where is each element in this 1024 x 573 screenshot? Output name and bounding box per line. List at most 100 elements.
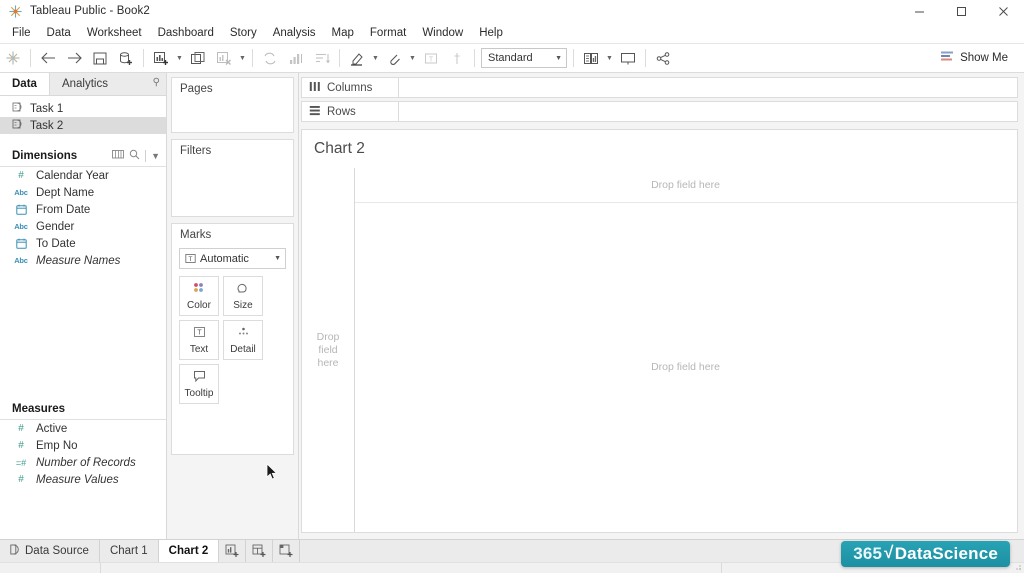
- data-source-task-1[interactable]: Task 1: [0, 100, 166, 117]
- rows-drop-zone[interactable]: [399, 101, 1018, 122]
- window-title: Tableau Public - Book2: [30, 5, 150, 17]
- save-button[interactable]: [87, 46, 113, 70]
- show-mark-labels-button[interactable]: T: [418, 46, 444, 70]
- shelf-column: Pages Filters Marks T Automatic ▼ Color …: [167, 73, 299, 539]
- columns-drop-zone[interactable]: [399, 77, 1018, 98]
- menu-window[interactable]: Window: [414, 24, 471, 42]
- fit-axis-dropdown[interactable]: ▼: [604, 47, 615, 69]
- close-button[interactable]: [982, 0, 1024, 22]
- dimensions-header: Dimensions ▼: [0, 146, 166, 167]
- watermark-radical-icon: √: [884, 543, 894, 562]
- field-gender[interactable]: Abc Gender: [0, 218, 166, 235]
- marks-detail-button[interactable]: Detail: [223, 320, 263, 360]
- color-palette-icon: [192, 282, 207, 298]
- menu-file[interactable]: File: [4, 24, 39, 42]
- field-number-of-records[interactable]: =# Number of Records: [0, 454, 166, 471]
- body-drop-hint[interactable]: Drop field here: [354, 202, 1017, 532]
- show-me-button[interactable]: Show Me: [934, 48, 1014, 68]
- new-worksheet-button[interactable]: [219, 540, 247, 562]
- tab-analytics[interactable]: Analytics: [50, 73, 120, 95]
- tableau-home-button[interactable]: [0, 46, 26, 70]
- new-worksheet-dropdown[interactable]: ▼: [174, 47, 185, 69]
- new-worksheet-button[interactable]: [148, 46, 174, 70]
- mark-buttons: Color Size T Text Detail Tooltip: [172, 276, 293, 404]
- brand-watermark: 365 √ DataScience: [841, 541, 1010, 567]
- menu-dashboard[interactable]: Dashboard: [150, 24, 222, 42]
- menu-map[interactable]: Map: [324, 24, 362, 42]
- field-measure-values[interactable]: # Measure Values: [0, 471, 166, 488]
- field-emp-no[interactable]: # Emp No: [0, 437, 166, 454]
- rows-shelf-label: Rows: [301, 101, 399, 122]
- tab-data-source[interactable]: Data Source: [0, 540, 100, 562]
- menu-worksheet[interactable]: Worksheet: [79, 24, 150, 42]
- mark-type-select[interactable]: T Automatic ▼: [179, 248, 286, 269]
- swap-rows-columns-button[interactable]: [257, 46, 283, 70]
- tools-divider: [145, 150, 147, 162]
- group-members-button[interactable]: [381, 46, 407, 70]
- pages-card[interactable]: Pages: [171, 77, 294, 133]
- worksheet-title: Chart 2: [314, 140, 365, 157]
- column-drop-hint[interactable]: Drop field here: [354, 168, 1017, 203]
- menu-data[interactable]: Data: [39, 24, 79, 42]
- rows-label-text: Rows: [327, 105, 356, 118]
- data-source-tab-icon: [10, 544, 20, 558]
- chevron-down-icon[interactable]: ▼: [151, 151, 160, 161]
- data-source-task-2[interactable]: Task 2: [0, 117, 166, 134]
- menu-story[interactable]: Story: [222, 24, 265, 42]
- new-data-source-button[interactable]: [113, 46, 139, 70]
- highlighter-dropdown[interactable]: ▼: [370, 47, 381, 69]
- field-dept-name[interactable]: Abc Dept Name: [0, 184, 166, 201]
- window-controls: [898, 0, 1024, 22]
- back-button[interactable]: [35, 46, 61, 70]
- presentation-mode-button[interactable]: [615, 46, 641, 70]
- worksheet-canvas[interactable]: Chart 2 Drop field here Drop field here …: [301, 129, 1018, 533]
- marks-tooltip-button[interactable]: Tooltip: [179, 364, 219, 404]
- clear-sheet-button[interactable]: [211, 46, 237, 70]
- row-drop-hint-area[interactable]: Drop field here: [302, 168, 355, 532]
- field-active[interactable]: # Active: [0, 420, 166, 437]
- forward-button[interactable]: [61, 46, 87, 70]
- data-source-list: Task 1 Task 2: [0, 96, 166, 134]
- sort-ascending-button[interactable]: [283, 46, 309, 70]
- group-by-folder-icon[interactable]: [112, 149, 125, 163]
- marks-text-button[interactable]: T Text: [179, 320, 219, 360]
- highlighter-button[interactable]: [344, 46, 370, 70]
- field-label: Calendar Year: [36, 169, 109, 182]
- field-calendar-year[interactable]: # Calendar Year: [0, 167, 166, 184]
- pin-icon[interactable]: ⚲: [153, 77, 160, 88]
- field-to-date[interactable]: To Date: [0, 235, 166, 252]
- fit-value: Standard: [488, 52, 533, 64]
- marks-drop-area[interactable]: [172, 404, 293, 446]
- resize-grip[interactable]: [1012, 561, 1022, 571]
- duplicate-sheet-button[interactable]: [185, 46, 211, 70]
- menu-help[interactable]: Help: [471, 24, 511, 42]
- toolbar-separator: [252, 49, 253, 67]
- fit-axis-button[interactable]: [578, 46, 604, 70]
- tab-data[interactable]: Data: [0, 73, 50, 95]
- share-button[interactable]: [650, 46, 676, 70]
- maximize-button[interactable]: [940, 0, 982, 22]
- group-members-dropdown[interactable]: ▼: [407, 47, 418, 69]
- show-me-label: Show Me: [960, 52, 1008, 64]
- field-measure-names[interactable]: Abc Measure Names: [0, 252, 166, 269]
- field-from-date[interactable]: From Date: [0, 201, 166, 218]
- clear-sheet-dropdown[interactable]: ▼: [237, 47, 248, 69]
- fit-select[interactable]: Standard ▼: [481, 48, 567, 68]
- sheet-tab-chart-2[interactable]: Chart 2: [158, 540, 220, 562]
- search-icon[interactable]: [129, 149, 140, 163]
- abc-icon: Abc: [14, 188, 28, 197]
- watermark-365: 365: [853, 544, 883, 563]
- mark-type-value: Automatic: [200, 252, 249, 265]
- marks-card: Marks T Automatic ▼ Color Size T Text De…: [171, 223, 294, 455]
- sheet-tab-chart-1[interactable]: Chart 1: [100, 540, 159, 562]
- marks-color-button[interactable]: Color: [179, 276, 219, 316]
- new-dashboard-button[interactable]: [246, 540, 274, 562]
- marks-size-button[interactable]: Size: [223, 276, 263, 316]
- menu-format[interactable]: Format: [362, 24, 414, 42]
- filters-card[interactable]: Filters: [171, 139, 294, 217]
- fix-axes-button[interactable]: [444, 46, 470, 70]
- new-story-button[interactable]: [273, 540, 301, 562]
- menu-analysis[interactable]: Analysis: [265, 24, 324, 42]
- sort-descending-button[interactable]: [309, 46, 335, 70]
- minimize-button[interactable]: [898, 0, 940, 22]
